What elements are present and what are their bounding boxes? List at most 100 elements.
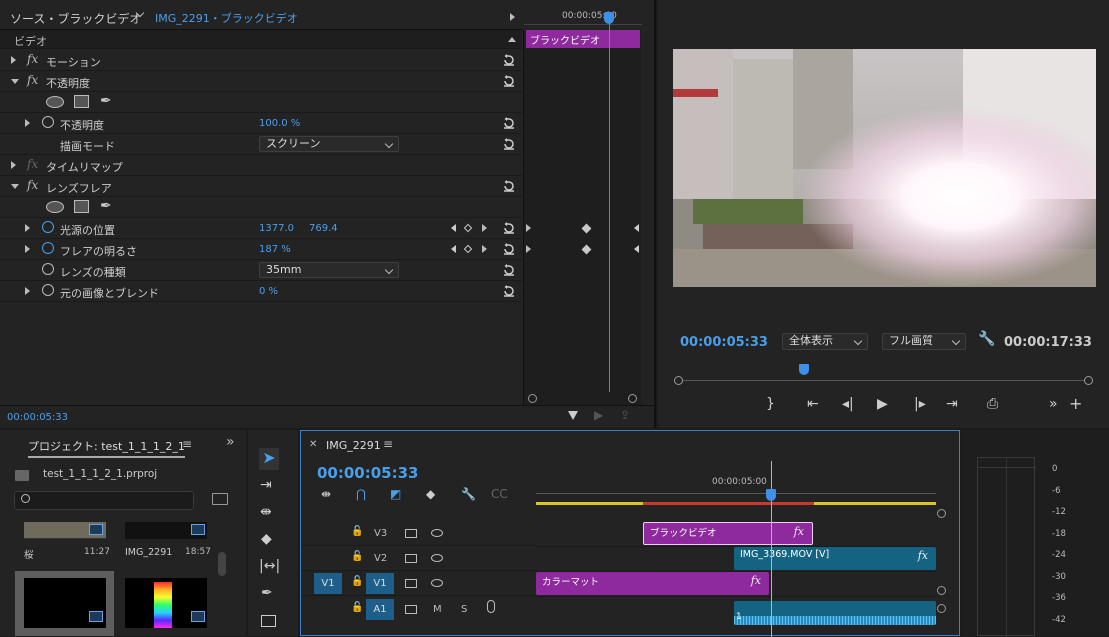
param-row-flare-center[interactable]: 光源の位置 1377.0 769.4 (0, 218, 522, 239)
next-keyframe-icon[interactable] (482, 224, 487, 232)
sync-lock-icon[interactable] (405, 529, 417, 538)
snap-icon[interactable]: ⋂ (356, 487, 366, 501)
timeline-tab[interactable]: IMG_2291 (326, 439, 381, 452)
fx-badge[interactable]: fx (794, 525, 804, 538)
flare-brightness-value[interactable]: 187 % (259, 244, 291, 255)
effect-row-time-remap[interactable]: fx タイムリマップ (0, 155, 522, 176)
fx-icon[interactable]: fx (27, 52, 38, 66)
clip-color-matte[interactable]: カラーマット fx (536, 572, 769, 595)
param-row-blend-original[interactable]: 元の画像とブレンド 0 % (0, 281, 522, 302)
stopwatch-icon[interactable] (42, 221, 54, 233)
ripple-edit-tool-icon[interactable]: ⇼ (260, 504, 272, 520)
collapse-icon[interactable] (11, 184, 19, 189)
razor-tool-icon[interactable]: ◆ (261, 531, 272, 547)
keyframe-marker[interactable] (581, 223, 592, 234)
blend-mode-select[interactable]: スクリーン (259, 136, 399, 152)
expand-panels-icon[interactable]: » (226, 434, 235, 450)
go-to-in-icon[interactable]: ⇤ (807, 396, 819, 412)
work-area-bar-yellow[interactable] (536, 502, 643, 505)
playhead-handle[interactable] (604, 12, 614, 24)
stopwatch-icon[interactable] (42, 263, 54, 275)
linked-selection-icon[interactable]: ◩ (390, 487, 401, 501)
track-target-a1[interactable]: A1 (366, 599, 394, 620)
stopwatch-icon[interactable] (42, 284, 54, 296)
effect-row-opacity[interactable]: fx 不透明度 (0, 71, 522, 92)
go-to-out-icon[interactable]: ⇥ (946, 396, 958, 412)
reset-icon[interactable] (502, 179, 516, 193)
play-icon[interactable] (510, 13, 515, 21)
timeline-scroll-handle[interactable] (937, 586, 946, 595)
ellipse-mask-icon[interactable] (46, 201, 64, 213)
keyframe-area[interactable]: ブラックビデオ (523, 30, 641, 405)
project-menu-icon[interactable]: ≡ (182, 437, 192, 451)
flare-center-x[interactable]: 1377.0 (259, 223, 294, 234)
captions-icon[interactable]: CC (491, 487, 508, 501)
microphone-icon[interactable] (487, 600, 495, 613)
param-row-blend-mode[interactable]: 描画モード スクリーン (0, 134, 522, 155)
play-icon[interactable]: ▶ (877, 396, 888, 412)
pen-mask-icon[interactable]: ✒ (100, 198, 112, 214)
playhead-line[interactable] (609, 14, 610, 392)
expand-icon[interactable] (11, 56, 16, 64)
chevron-up-icon[interactable] (508, 37, 516, 42)
current-timecode[interactable]: 00:00:05:33 (7, 412, 68, 423)
fx-icon[interactable]: fx (27, 178, 38, 192)
project-item-selected[interactable] (15, 571, 114, 636)
clip-img3369[interactable]: IMG_3369.MOV [V] fx (734, 547, 936, 570)
eye-icon[interactable] (431, 554, 443, 562)
sync-lock-icon[interactable] (405, 605, 417, 614)
project-title[interactable]: プロジェクト: test_1_1_1_2_1 (28, 438, 185, 458)
step-forward-icon[interactable]: |▸ (914, 396, 926, 412)
eye-icon[interactable] (431, 579, 443, 587)
lens-type-select[interactable]: 35mm (259, 262, 399, 278)
program-current-timecode[interactable]: 00:00:05:33 (680, 335, 768, 350)
mark-out-icon[interactable]: } (766, 396, 775, 412)
pen-mask-icon[interactable]: ✒ (100, 93, 112, 109)
expand-icon[interactable] (25, 119, 30, 127)
clip-bar[interactable]: ブラックビデオ (526, 30, 640, 48)
track-v3-header[interactable]: 🔓 V3 (301, 521, 536, 546)
close-icon[interactable]: ✕ (309, 439, 317, 450)
scroll-handle-left[interactable] (528, 394, 537, 403)
reset-icon[interactable] (502, 263, 516, 277)
timeline-playhead-line[interactable] (771, 461, 772, 637)
track-target-v1[interactable]: V1 (366, 573, 394, 594)
lock-icon[interactable]: 🔓 (351, 551, 363, 562)
param-row-flare-brightness[interactable]: フレアの明るさ 187 % (0, 239, 522, 260)
export-frame-icon[interactable]: ⎙ (987, 396, 998, 412)
timeline-scroll-handle[interactable] (937, 604, 946, 613)
source-patch-v1[interactable]: V1 (314, 573, 342, 594)
timeline-ruler[interactable]: 00:00:05:00 (536, 471, 936, 507)
reset-icon[interactable] (502, 116, 516, 130)
blend-original-value[interactable]: 0 % (259, 286, 278, 297)
source-tab[interactable]: ソース・ブラックビデオ (10, 10, 141, 27)
project-scrollbar[interactable] (218, 552, 226, 576)
add-button-icon[interactable]: + (1069, 394, 1082, 413)
timeline-playhead-handle[interactable] (766, 489, 776, 501)
add-keyframe-icon[interactable] (463, 223, 473, 233)
wrench-icon[interactable]: 🔧 (978, 331, 995, 347)
track-area[interactable]: ブラックビデオ fx IMG_3369.MOV [V] fx カラーマット fx… (536, 509, 946, 637)
effect-row-lens-flare[interactable]: fx レンズフレア (0, 176, 522, 197)
fx-icon[interactable]: fx (27, 73, 38, 87)
param-row-opacity[interactable]: 不透明度 100.0 % (0, 113, 522, 134)
timeline-scroll-handle[interactable] (937, 509, 946, 518)
stopwatch-icon[interactable] (42, 116, 54, 128)
ellipse-mask-icon[interactable] (46, 96, 64, 108)
mute-button[interactable]: M (433, 604, 442, 615)
param-row-lens-type[interactable]: レンズの種類 35mm (0, 260, 522, 281)
track-v2-header[interactable]: 🔓 V2 (301, 546, 536, 571)
effect-row-motion[interactable]: fx モーション (0, 50, 522, 71)
program-playhead[interactable] (799, 364, 809, 375)
selection-tool-icon[interactable]: ➤ (259, 448, 279, 470)
expand-icon[interactable] (11, 161, 16, 169)
reset-icon[interactable] (502, 74, 516, 88)
clip-selector[interactable]: IMG_2291・ブラックビデオ (155, 10, 298, 26)
collapse-icon[interactable] (11, 79, 19, 84)
flare-center-y[interactable]: 769.4 (309, 223, 338, 234)
prev-keyframe-icon[interactable] (451, 245, 456, 253)
nest-icon[interactable]: ⇼ (321, 487, 331, 501)
new-search-bin-icon[interactable] (212, 493, 228, 505)
expand-icon[interactable] (25, 224, 30, 232)
timeline-timecode[interactable]: 00:00:05:33 (317, 464, 419, 482)
